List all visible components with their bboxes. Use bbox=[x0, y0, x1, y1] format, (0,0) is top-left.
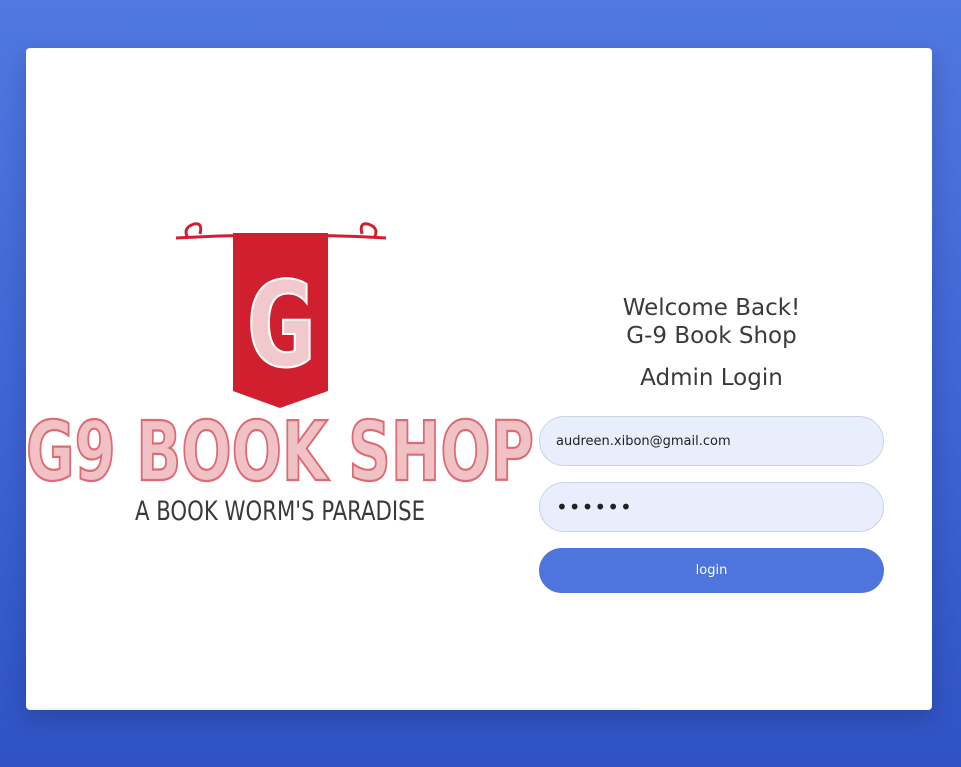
welcome-line-2: G-9 Book Shop bbox=[626, 323, 797, 349]
brand-tagline: A BOOK WORM'S PARADISE bbox=[135, 496, 425, 527]
email-field[interactable] bbox=[539, 416, 884, 466]
login-form: Welcome Back! G-9 Book Shop Admin Login … bbox=[539, 294, 884, 593]
password-field[interactable] bbox=[539, 482, 884, 532]
login-button[interactable]: login bbox=[539, 548, 884, 593]
shop-logo: G G9 BOOK SHOP A BOOK WORM'S PARADISE bbox=[26, 208, 538, 528]
welcome-heading: Welcome Back! G-9 Book Shop bbox=[539, 294, 884, 350]
card-divider bbox=[26, 706, 640, 710]
page-title: Admin Login bbox=[640, 365, 783, 391]
banner-letter: G bbox=[244, 256, 315, 394]
shop-logo-graphic: G G9 BOOK SHOP A BOOK WORM'S PARADISE bbox=[26, 222, 535, 527]
welcome-line-1: Welcome Back! bbox=[622, 295, 801, 321]
login-card: G G9 BOOK SHOP A BOOK WORM'S PARADISE We… bbox=[26, 48, 932, 710]
brand-name: G9 BOOK SHOP bbox=[26, 405, 534, 500]
